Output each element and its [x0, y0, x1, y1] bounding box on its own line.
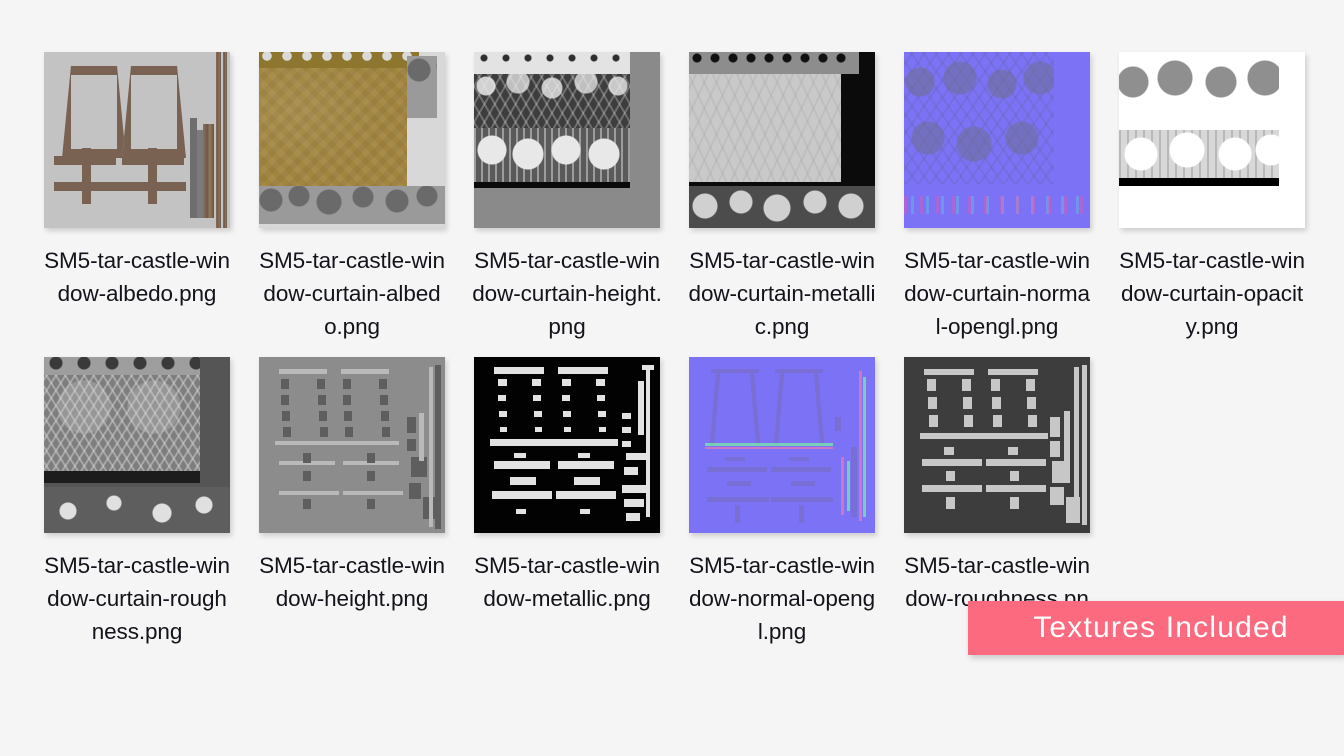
file-label: SM5-tar-castle-window-metallic.png	[474, 553, 660, 611]
file-item[interactable]: SM5-tar-castle-window-albedo.png	[44, 52, 230, 343]
file-thumbnail-grid: SM5-tar-castle-window-albedo.png SM5-tar…	[0, 0, 1344, 662]
file-item[interactable]: SM5-tar-castle-window-curtain-metallic.p…	[688, 52, 876, 343]
curtain-opacity-map-thumbnail[interactable]	[1119, 52, 1305, 228]
file-item[interactable]: SM5-tar-castle-window-curtain-albedo.png	[259, 52, 445, 343]
file-item[interactable]: SM5-tar-castle-window-normal-opengl.png	[689, 357, 875, 648]
texture-preview-metallic	[474, 357, 660, 533]
file-item[interactable]: SM5-tar-castle-window-height.png	[259, 357, 445, 648]
height-map-thumbnail[interactable]	[259, 357, 445, 533]
texture-preview-roughness	[904, 357, 1090, 533]
file-label: SM5-tar-castle-window-curtain-normal-ope…	[904, 248, 1090, 339]
curtain-normal-map-thumbnail[interactable]	[904, 52, 1090, 228]
file-label: SM5-tar-castle-window-curtain-height.png	[472, 248, 662, 339]
texture-preview-albedo	[44, 52, 230, 228]
texture-preview-curtain-opacity	[1119, 52, 1305, 228]
banner-label: Textures Included	[1033, 611, 1289, 644]
file-label: SM5-tar-castle-window-normal-opengl.png	[688, 553, 875, 644]
texture-preview-curtain-albedo	[259, 52, 445, 228]
texture-preview-curtain-normal	[904, 52, 1090, 228]
file-label: SM5-tar-castle-window-curtain-roughness.…	[44, 553, 230, 644]
file-item[interactable]: SM5-tar-castle-window-curtain-normal-ope…	[904, 52, 1090, 343]
curtain-height-map-thumbnail[interactable]	[474, 52, 660, 228]
curtain-albedo-map-thumbnail[interactable]	[259, 52, 445, 228]
curtain-roughness-map-thumbnail[interactable]	[44, 357, 230, 533]
albedo-map-thumbnail[interactable]	[44, 52, 230, 228]
file-label: SM5-tar-castle-window-curtain-metallic.p…	[688, 248, 876, 339]
roughness-map-thumbnail[interactable]	[904, 357, 1090, 533]
texture-preview-normal	[689, 357, 875, 533]
texture-preview-curtain-height	[474, 52, 660, 228]
file-item[interactable]: SM5-tar-castle-window-metallic.png	[474, 357, 660, 648]
file-item[interactable]: SM5-tar-castle-window-curtain-roughness.…	[44, 357, 230, 648]
texture-preview-height	[259, 357, 445, 533]
file-item[interactable]: SM5-tar-castle-window-curtain-height.png	[472, 52, 662, 343]
textures-included-banner: Textures Included	[968, 601, 1344, 655]
file-label: SM5-tar-castle-window-curtain-opacity.pn…	[1119, 248, 1305, 339]
texture-preview-curtain-roughness	[44, 357, 230, 533]
texture-preview-curtain-metallic	[689, 52, 875, 228]
file-item[interactable]: SM5-tar-castle-window-curtain-opacity.pn…	[1119, 52, 1305, 343]
metallic-map-thumbnail[interactable]	[474, 357, 660, 533]
file-label: SM5-tar-castle-window-curtain-albedo.png	[259, 248, 445, 339]
normal-map-thumbnail[interactable]	[689, 357, 875, 533]
file-label: SM5-tar-castle-window-height.png	[259, 553, 445, 611]
file-label: SM5-tar-castle-window-albedo.png	[44, 248, 230, 306]
curtain-metallic-map-thumbnail[interactable]	[689, 52, 875, 228]
